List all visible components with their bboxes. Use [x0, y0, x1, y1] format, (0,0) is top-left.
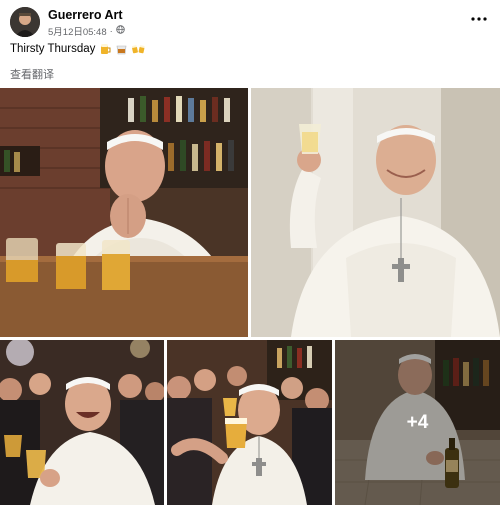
facebook-post: Guerrero Art 5月12日05:48 · Thirsty Thursd… — [0, 0, 500, 507]
photo-1[interactable] — [0, 88, 248, 337]
photo-2[interactable] — [251, 88, 500, 337]
see-translation-link[interactable]: 查看翻译 — [10, 66, 54, 82]
globe-icon — [116, 25, 125, 37]
more-photos-count[interactable]: +4 — [335, 340, 500, 505]
dot-separator: · — [109, 25, 113, 37]
photo-3[interactable] — [0, 340, 164, 505]
more-options-icon[interactable] — [468, 10, 490, 28]
author-avatar[interactable] — [10, 7, 40, 37]
caption-text: Thirsty Thursday — [10, 43, 96, 55]
post-header: Guerrero Art 5月12日05:48 · — [0, 0, 500, 40]
photo-5-more[interactable]: +4 — [335, 340, 500, 505]
beer-mug-emoji — [100, 43, 111, 55]
whiskey-glass-emoji — [116, 43, 127, 55]
clinking-beers-emoji — [132, 43, 146, 55]
photo-4[interactable] — [167, 340, 332, 505]
post-caption: Thirsty Thursday — [10, 43, 146, 55]
post-timestamp[interactable]: 5月12日05:48 — [48, 24, 107, 38]
author-name[interactable]: Guerrero Art — [48, 8, 123, 22]
post-meta: 5月12日05:48 · — [48, 24, 125, 38]
